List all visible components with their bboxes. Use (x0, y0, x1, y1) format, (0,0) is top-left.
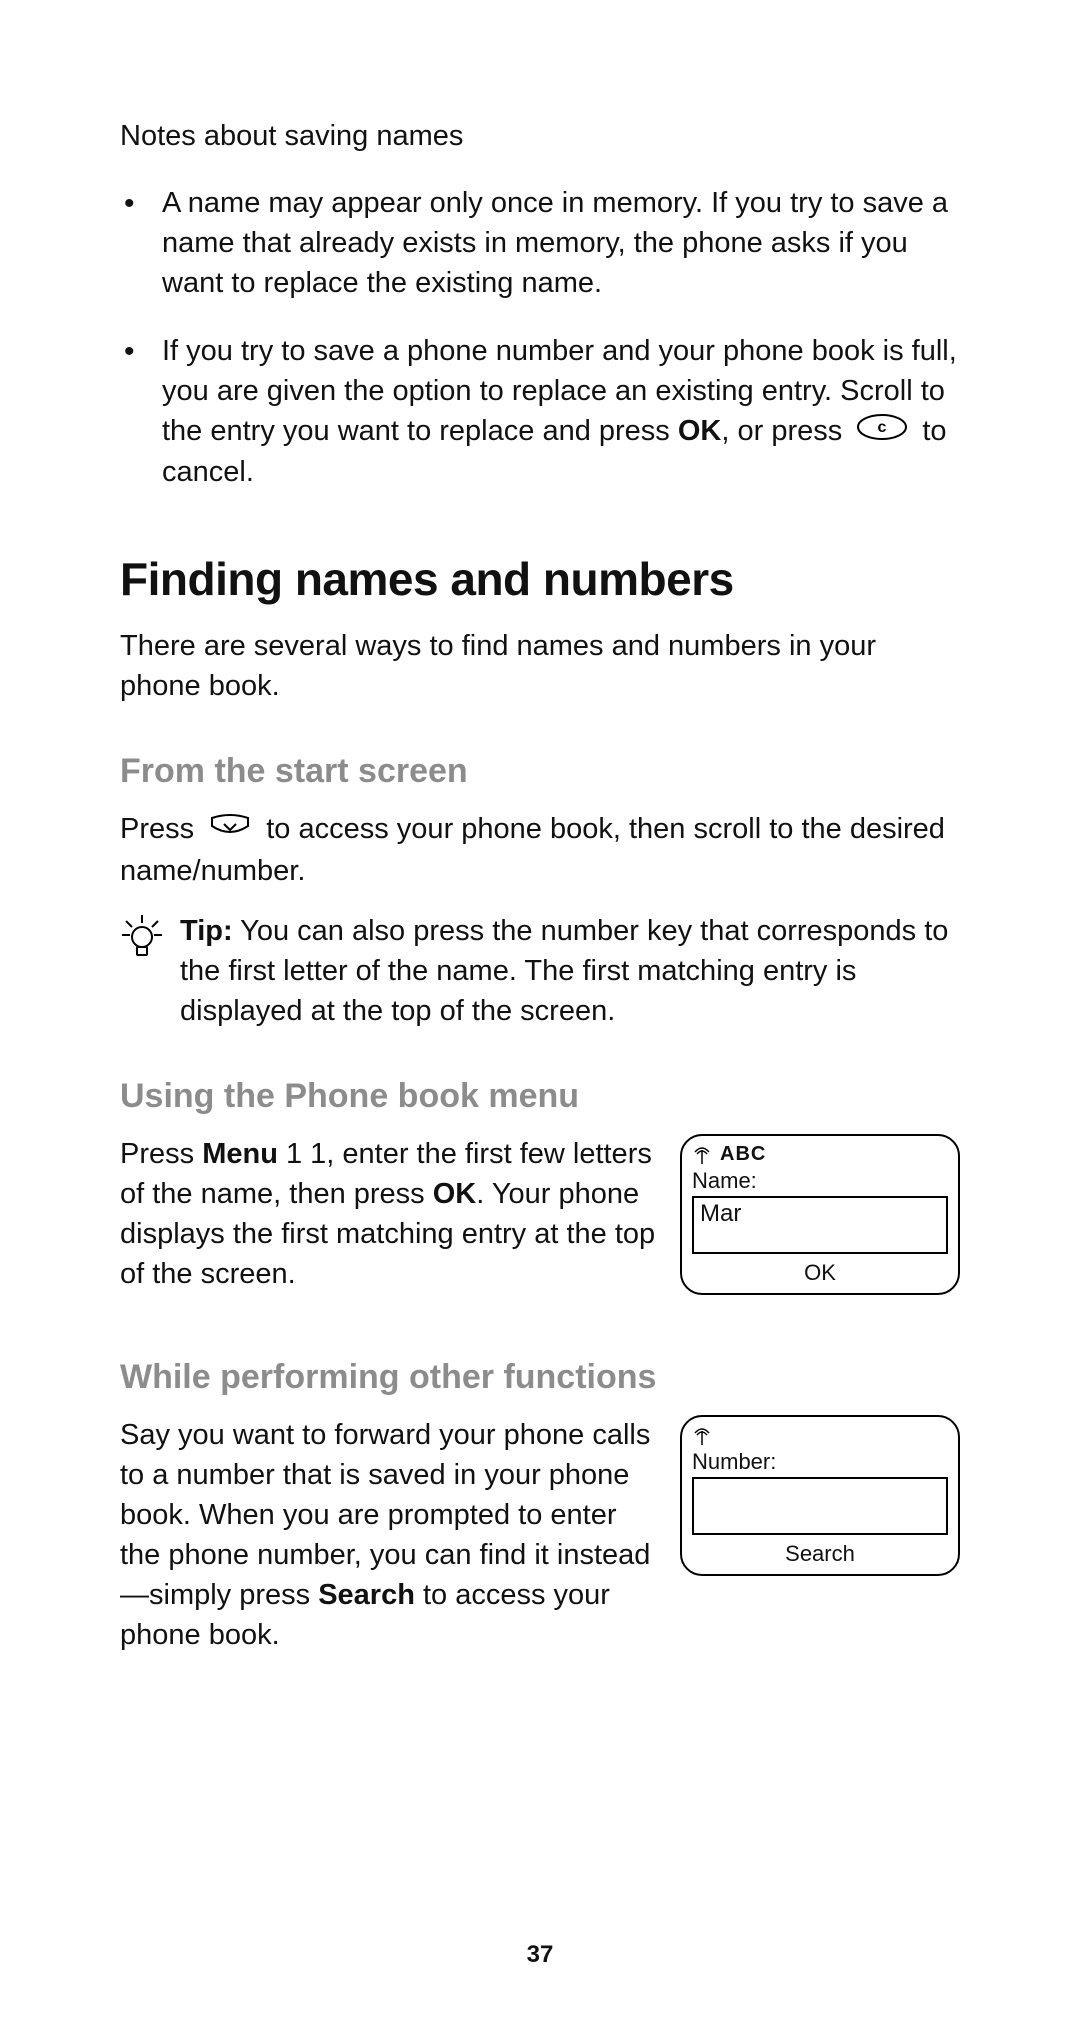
phone-screen-name-entry: ABC Name: Mar OK (680, 1134, 960, 1295)
number-input (692, 1477, 948, 1535)
section-intro: There are several ways to find names and… (120, 626, 960, 706)
notes-heading: Notes about saving names (120, 120, 960, 153)
input-mode-label: ABC (720, 1143, 766, 1166)
c-key-icon: c (856, 412, 908, 452)
ok-label: OK (433, 1178, 477, 1210)
section-heading: Finding names and numbers (120, 552, 960, 606)
menu-label: Menu (202, 1138, 278, 1170)
antenna-icon (692, 1146, 712, 1164)
field-label: Number: (692, 1449, 948, 1475)
tip-icon (120, 911, 180, 966)
notes-list: A name may appear only once in memory. I… (120, 183, 960, 492)
text: Press (120, 1138, 202, 1170)
other-para: Say you want to forward your phone calls… (120, 1415, 656, 1655)
list-item: A name may appear only once in memory. I… (162, 183, 960, 303)
start-para: Press to access your phone book, then sc… (120, 809, 960, 890)
ok-label: OK (678, 415, 722, 447)
softkey-search: Search (692, 1541, 948, 1567)
field-label: Name: (692, 1168, 948, 1194)
tip-text: Tip: You can also press the number key t… (180, 911, 960, 1031)
name-input: Mar (692, 1196, 948, 1254)
text: You can also press the number key that c… (180, 915, 948, 1027)
softkey-ok: OK (692, 1260, 948, 1286)
text: Press (120, 813, 202, 845)
text: , or press (721, 415, 850, 447)
manual-page: Notes about saving names A name may appe… (0, 0, 1080, 2039)
nav-down-key-icon (208, 811, 252, 851)
subsection-heading-start: From the start screen (120, 752, 960, 791)
tip-label: Tip: (180, 915, 233, 947)
tip-block: Tip: You can also press the number key t… (120, 911, 960, 1031)
phone-screen-number-entry: Number: Search (680, 1415, 960, 1576)
svg-text:c: c (878, 419, 887, 436)
subsection-heading-menu: Using the Phone book menu (120, 1077, 960, 1116)
subsection-heading-other: While performing other functions (120, 1358, 960, 1397)
list-item: If you try to save a phone number and yo… (162, 331, 960, 492)
page-number: 37 (0, 1941, 1080, 1969)
antenna-icon (692, 1427, 712, 1445)
menu-para: Press Menu 1 1, enter the first few lett… (120, 1134, 656, 1294)
search-label: Search (318, 1579, 415, 1611)
